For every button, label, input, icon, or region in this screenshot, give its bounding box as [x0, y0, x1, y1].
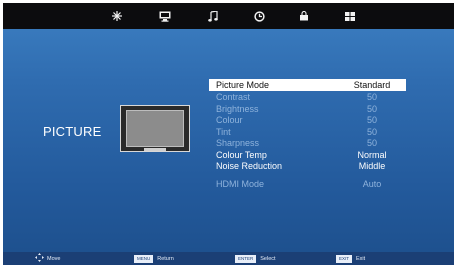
menu-item-value: 50	[366, 126, 377, 137]
menu-item-value: 50	[366, 138, 377, 148]
menu-item-value: Standard	[353, 80, 391, 90]
music-note-icon	[208, 10, 218, 22]
menu-item-brightness[interactable]: Brightness 50	[209, 104, 406, 116]
tv-screen	[126, 110, 184, 147]
menu-item-label: HDMI Mode	[216, 178, 265, 189]
menu-item-noise-reduction[interactable]: Noise Reduction Middle	[209, 161, 406, 173]
hint-return: MENU Return	[134, 252, 174, 265]
hint-exit: EXIT Exit	[336, 252, 365, 265]
section-title: PICTURE	[43, 124, 102, 139]
menu-item-label: Sharpness	[216, 138, 260, 148]
hint-select: ENTER Select	[235, 252, 276, 265]
menu-item-value: 50	[366, 103, 377, 114]
tab-time[interactable]	[248, 3, 270, 29]
snowflake-icon	[112, 11, 122, 21]
tv-menu-screen: PICTURE Picture Mode Standard Contrast 5…	[3, 3, 454, 265]
menu-item-hdmi-mode[interactable]: HDMI Mode Auto	[209, 179, 406, 191]
enter-key-badge: ENTER	[235, 254, 257, 263]
menu-item-label: Colour	[216, 115, 243, 125]
menu-item-label: Noise Reduction	[216, 161, 283, 171]
menu-item-picture-mode[interactable]: Picture Mode Standard	[209, 79, 406, 91]
menu-item-label: Colour Temp	[216, 149, 267, 160]
menu-item-value: Normal	[357, 149, 387, 160]
menu-key-badge: MENU	[134, 254, 154, 263]
hint-return-label: Return	[157, 255, 174, 262]
menu-item-contrast[interactable]: Contrast 50	[209, 92, 406, 104]
dpad-arrows-icon	[35, 253, 44, 264]
hint-exit-label: Exit	[356, 255, 366, 262]
picture-settings-menu: Picture Mode Standard Contrast 50 Bright…	[209, 79, 406, 190]
menu-item-colour-temp[interactable]: Colour Temp Normal	[209, 150, 406, 162]
tab-picture[interactable]	[154, 3, 176, 29]
tv-illustration	[120, 105, 190, 152]
menu-tab-bar	[3, 3, 454, 29]
lock-icon	[299, 11, 309, 21]
tab-lock[interactable]	[293, 3, 315, 29]
exit-key-badge: EXIT	[336, 254, 353, 263]
menu-item-value: Middle	[358, 161, 386, 171]
tv-stand	[144, 148, 166, 151]
hint-select-label: Select	[260, 255, 276, 262]
menu-item-label: Brightness	[216, 103, 259, 114]
menu-item-label: Contrast	[216, 92, 251, 102]
grid-icon	[345, 11, 355, 21]
menu-item-sharpness[interactable]: Sharpness 50	[209, 138, 406, 150]
menu-item-colour[interactable]: Colour 50	[209, 115, 406, 127]
hint-move-label: Move	[47, 255, 61, 262]
menu-item-label: Picture Mode	[216, 80, 270, 90]
tab-setup[interactable]	[339, 3, 361, 29]
menu-item-label: Tint	[216, 126, 231, 137]
menu-item-value: Auto	[362, 178, 382, 189]
menu-item-value: 50	[366, 92, 377, 102]
tab-sound[interactable]	[202, 3, 224, 29]
menu-item-value: 50	[366, 115, 377, 125]
control-hints-bar: Move MENU Return ENTER Select EXIT Exit	[3, 252, 454, 265]
tab-snowflake[interactable]	[106, 3, 128, 29]
menu-item-tint[interactable]: Tint 50	[209, 127, 406, 139]
monitor-icon	[159, 11, 171, 22]
hint-move: Move	[35, 252, 60, 265]
clock-icon	[253, 10, 265, 22]
